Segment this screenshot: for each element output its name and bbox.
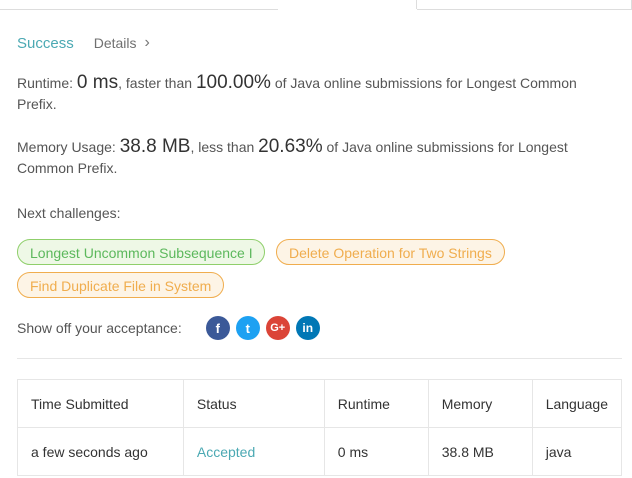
cell-runtime: 0 ms <box>323 427 429 476</box>
challenge-chip[interactable]: Find Duplicate File in System <box>17 272 224 298</box>
memory-percent: 20.63% <box>258 136 323 157</box>
next-challenges-label: Next challenges: <box>17 205 121 221</box>
runtime-mid: , faster than <box>118 75 196 91</box>
memory-value: 38.8 MB <box>119 136 191 157</box>
cell-language: java <box>531 427 623 476</box>
status-success: Success <box>17 35 74 52</box>
table-row: a few seconds ago Accepted 0 ms 38.8 MB … <box>17 427 623 476</box>
facebook-icon[interactable]: f <box>205 316 230 340</box>
tab-description[interactable] <box>0 0 278 10</box>
result-header: Success Details › <box>17 34 150 53</box>
memory-mid: , less than <box>190 139 259 155</box>
details-label: Details <box>93 35 137 51</box>
table-header-row: Time Submitted Status Runtime Memory Lan… <box>17 379 623 428</box>
cell-memory: 38.8 MB <box>427 427 533 476</box>
col-memory: Memory <box>427 379 533 428</box>
runtime-summary: Runtime: 0 ms, faster than 100.00% of Ja… <box>17 72 597 115</box>
col-language: Language <box>531 379 623 428</box>
memory-summary: Memory Usage: 38.8 MB, less than 20.63% … <box>17 136 597 179</box>
tab-bar <box>0 0 632 10</box>
challenge-chip[interactable]: Longest Uncommon Subsequence I <box>17 239 265 265</box>
col-runtime: Runtime <box>323 379 429 428</box>
submissions-table: Time Submitted Status Runtime Memory Lan… <box>17 379 623 476</box>
tab-discuss[interactable] <box>417 0 632 10</box>
cell-time: a few seconds ago <box>17 427 184 476</box>
twitter-icon[interactable]: t <box>235 316 260 340</box>
memory-label: Memory Usage: <box>17 139 120 155</box>
tab-submissions[interactable] <box>277 0 417 9</box>
divider <box>17 358 622 359</box>
challenge-chip[interactable]: Delete Operation for Two Strings <box>276 239 505 265</box>
linkedin-icon[interactable]: in <box>295 316 320 340</box>
runtime-percent: 100.00% <box>195 72 271 93</box>
col-status: Status <box>182 379 325 428</box>
share-row: Show off your acceptance: f t G+ in <box>17 316 320 340</box>
runtime-value: 0 ms <box>76 72 119 93</box>
chevron-right-icon: › <box>144 34 150 51</box>
share-label: Show off your acceptance: <box>17 320 182 336</box>
share-icons: f t G+ in <box>205 316 320 340</box>
cell-status-link[interactable]: Accepted <box>182 427 325 476</box>
google-plus-icon[interactable]: G+ <box>265 316 290 340</box>
runtime-label: Runtime: <box>17 75 77 91</box>
col-time-submitted: Time Submitted <box>17 379 184 428</box>
details-link[interactable]: Details › <box>93 34 150 52</box>
